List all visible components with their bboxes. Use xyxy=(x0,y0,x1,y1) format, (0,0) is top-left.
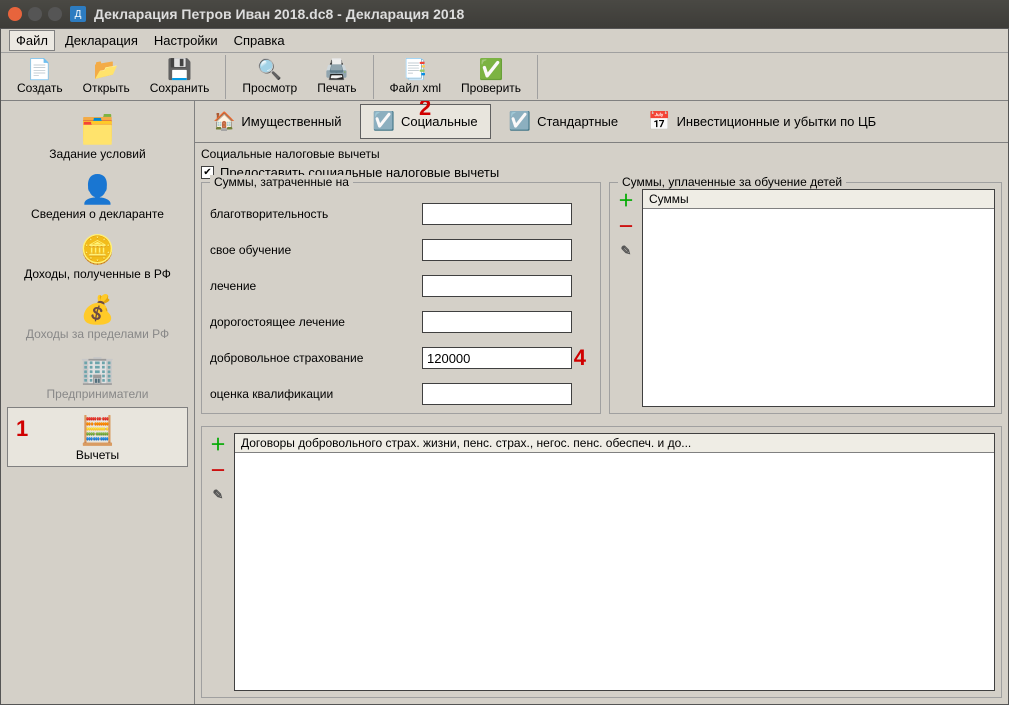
new-file-icon: 📄 xyxy=(27,59,52,81)
charity-label: благотворительность xyxy=(210,207,422,221)
window-titlebar: Д Декларация Петров Иван 2018.dc8 - Декл… xyxy=(0,0,1009,28)
qualification-label: оценка квалификации xyxy=(210,387,422,401)
person-icon: 👤 xyxy=(80,173,115,207)
annotation-1: 1 xyxy=(16,416,28,442)
menubar: Файл Декларация Настройки Справка xyxy=(1,29,1008,53)
checkbox-icon: ☑️ xyxy=(373,111,395,132)
window-controls xyxy=(8,7,62,21)
toolbar: 📄 Создать 📂 Открыть 💾 Сохранить 🔍 Просмо… xyxy=(1,53,1008,101)
section-title: Социальные налоговые вычеты xyxy=(201,145,1002,163)
sidebar-item-declarant[interactable]: 👤 Сведения о декларанте xyxy=(7,167,188,225)
tab-property[interactable]: 🏠 Имущественный xyxy=(201,105,354,138)
treatment-label: лечение xyxy=(210,279,422,293)
preview-icon: 🔍 xyxy=(257,59,282,81)
edit-contract-button[interactable]: ✎ xyxy=(208,485,228,505)
printer-icon: 🖨️ xyxy=(324,59,349,81)
delete-child-button[interactable]: － xyxy=(616,215,636,235)
charity-input[interactable] xyxy=(422,203,572,225)
window-title: Декларация Петров Иван 2018.dc8 - Деклар… xyxy=(94,6,464,22)
children-legend: Суммы, уплаченные за обучение детей xyxy=(618,175,846,189)
check-icon: ✅ xyxy=(479,59,504,81)
tab-social[interactable]: ☑️ Социальные xyxy=(360,104,491,139)
calculator-icon: 🧮 xyxy=(80,414,115,448)
add-child-button[interactable]: ＋ xyxy=(616,189,636,209)
save-button[interactable]: 💾 Сохранить xyxy=(140,57,220,97)
sidebar-item-income-rf[interactable]: 🪙 Доходы, полученные в РФ xyxy=(7,227,188,285)
insurance-input[interactable] xyxy=(422,347,572,369)
sidebar-item-deductions[interactable]: 1 🧮 Вычеты xyxy=(7,407,188,467)
coins-icon: 🪙 xyxy=(80,233,115,267)
edit-child-button[interactable]: ✎ xyxy=(616,241,636,261)
contracts-grid[interactable]: Договоры добровольного страх. жизни, пен… xyxy=(234,433,995,691)
spent-group: Суммы, затраченные на благотворительност… xyxy=(201,182,601,414)
menu-declaration[interactable]: Декларация xyxy=(59,31,144,50)
folder-open-icon: 📂 xyxy=(94,59,119,81)
business-icon: 🏢 xyxy=(80,353,115,387)
create-button[interactable]: 📄 Создать xyxy=(7,57,73,97)
education-label: свое обучение xyxy=(210,243,422,257)
tab-bar: 🏠 Имущественный ☑️ Социальные ☑️ Стандар… xyxy=(195,101,1008,143)
save-icon: 💾 xyxy=(167,59,192,81)
minimize-window-icon[interactable] xyxy=(28,7,42,21)
close-window-icon[interactable] xyxy=(8,7,22,21)
xml-file-icon: 📑 xyxy=(403,59,428,81)
xml-button[interactable]: 📑 Файл xml xyxy=(380,57,452,97)
checkbox-icon: ☑️ xyxy=(509,111,531,132)
tab-invest[interactable]: 📅 Инвестиционные и убытки по ЦБ xyxy=(636,105,888,138)
insurance-label: добровольное страхование xyxy=(210,351,422,365)
app-icon: Д xyxy=(70,6,86,22)
conditions-icon: 🗂️ xyxy=(80,113,115,147)
expensive-treatment-label: дорогостоящее лечение xyxy=(210,315,422,329)
contracts-header: Договоры добровольного страх. жизни, пен… xyxy=(235,434,994,453)
menu-help[interactable]: Справка xyxy=(228,31,291,50)
expensive-treatment-input[interactable] xyxy=(422,311,572,333)
open-button[interactable]: 📂 Открыть xyxy=(73,57,140,97)
treatment-input[interactable] xyxy=(422,275,572,297)
sidebar-item-income-foreign[interactable]: 💰 Доходы за пределами РФ xyxy=(7,287,188,345)
tab-standard[interactable]: ☑️ Стандартные xyxy=(497,105,631,138)
maximize-window-icon[interactable] xyxy=(48,7,62,21)
children-list[interactable]: Суммы xyxy=(642,189,995,407)
education-input[interactable] xyxy=(422,239,572,261)
calendar-icon: 📅 xyxy=(648,111,670,132)
sidebar: 🗂️ Задание условий 👤 Сведения о декларан… xyxy=(1,101,195,704)
children-education-group: Суммы, уплаченные за обучение детей ＋ － … xyxy=(609,182,1002,414)
contracts-group: ＋ － ✎ Договоры добровольного страх. жизн… xyxy=(201,426,1002,698)
money-bag-icon: 💰 xyxy=(80,293,115,327)
sidebar-item-entrepreneurs[interactable]: 🏢 Предприниматели xyxy=(7,347,188,405)
children-col-header: Суммы xyxy=(643,190,994,209)
preview-button[interactable]: 🔍 Просмотр xyxy=(232,57,307,97)
add-contract-button[interactable]: ＋ xyxy=(208,433,228,453)
spent-legend: Суммы, затраченные на xyxy=(210,175,353,189)
menu-file[interactable]: Файл xyxy=(9,30,55,51)
menu-settings[interactable]: Настройки xyxy=(148,31,224,50)
check-button[interactable]: ✅ Проверить xyxy=(451,57,531,97)
sidebar-item-conditions[interactable]: 🗂️ Задание условий xyxy=(7,107,188,165)
qualification-input[interactable] xyxy=(422,383,572,405)
delete-contract-button[interactable]: － xyxy=(208,459,228,479)
house-icon: 🏠 xyxy=(213,111,235,132)
annotation-4: 4 xyxy=(574,345,586,371)
print-button[interactable]: 🖨️ Печать xyxy=(307,57,366,97)
